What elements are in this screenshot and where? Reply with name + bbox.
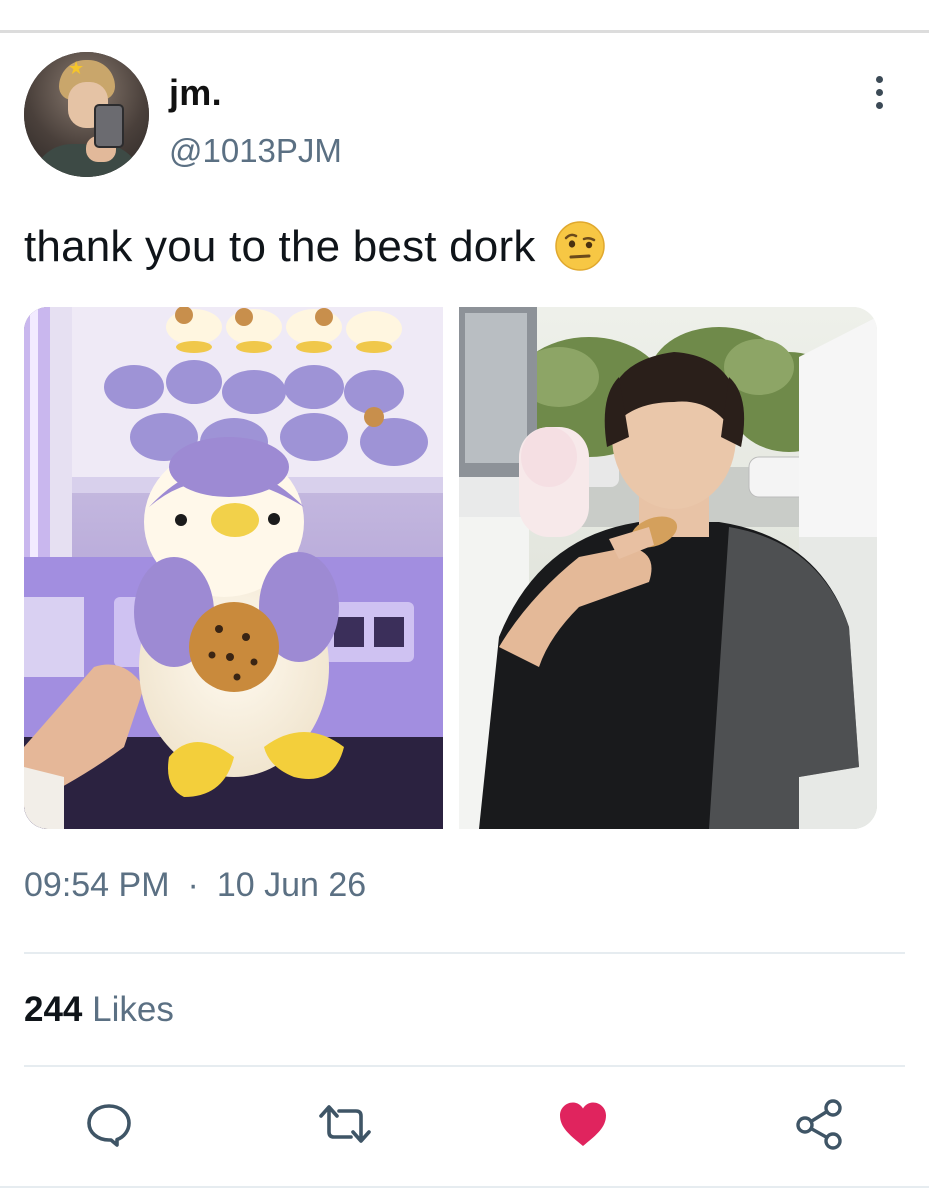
person-photo-image bbox=[459, 307, 877, 829]
face-with-raised-eyebrow-icon bbox=[555, 221, 605, 272]
likes-count[interactable]: 244 Likes bbox=[24, 990, 174, 1030]
meta-separator: · bbox=[187, 866, 199, 904]
reply-icon bbox=[87, 1104, 131, 1147]
tweet-time: 09:54 PM bbox=[24, 866, 170, 904]
retweet-button[interactable] bbox=[317, 1096, 373, 1152]
more-options-button[interactable] bbox=[862, 72, 896, 112]
tweet-body: thank you to the best dork bbox=[24, 222, 536, 271]
display-name[interactable]: jm. bbox=[169, 72, 222, 114]
tweet-date: 10 Jun 26 bbox=[216, 866, 367, 904]
tweet-text: thank you to the best dork bbox=[24, 221, 606, 272]
avatar[interactable]: ★ bbox=[24, 52, 149, 177]
more-dot-icon bbox=[875, 88, 883, 96]
share-button[interactable] bbox=[792, 1096, 848, 1152]
user-handle[interactable]: @1013PJM bbox=[169, 132, 342, 170]
heart-icon bbox=[560, 1102, 606, 1146]
bottom-divider bbox=[0, 1186, 929, 1188]
more-dot-icon bbox=[875, 101, 883, 109]
tweet-timestamp: 09:54 PM · 10 Jun 26 bbox=[24, 866, 366, 905]
likes-number: 244 bbox=[24, 990, 83, 1029]
share-icon bbox=[796, 1099, 842, 1150]
likes-label: Likes bbox=[92, 990, 174, 1029]
plush-photo-image bbox=[24, 307, 443, 829]
retweet-icon bbox=[319, 1105, 371, 1143]
divider bbox=[24, 1065, 905, 1067]
reply-button[interactable] bbox=[81, 1096, 137, 1152]
tweet-photo-plush[interactable] bbox=[24, 307, 443, 829]
like-button[interactable] bbox=[555, 1096, 611, 1152]
tweet-photo-person[interactable] bbox=[459, 307, 877, 829]
more-dot-icon bbox=[875, 75, 883, 83]
divider bbox=[24, 952, 905, 954]
top-divider bbox=[0, 30, 929, 33]
